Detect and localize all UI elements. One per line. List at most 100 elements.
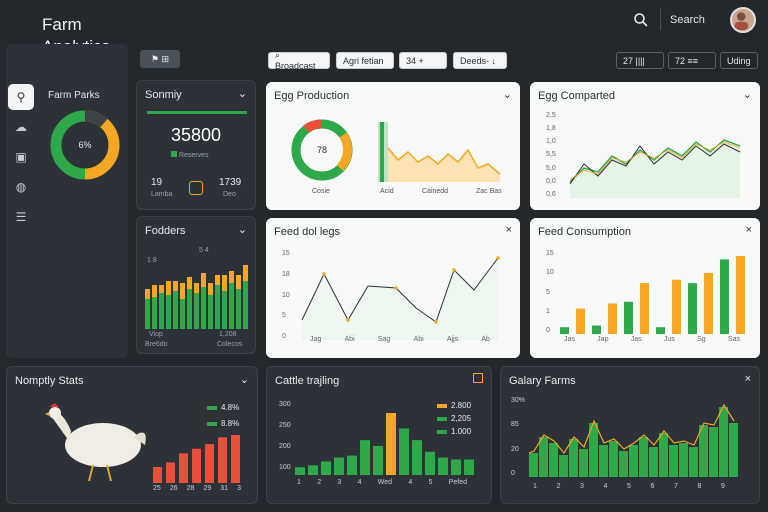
header-divider <box>660 8 661 30</box>
feed-ratios-x-label-5: Ab <box>481 336 490 343</box>
cattle-x-axis: 1 2 3 4 Wed 4 5 Pefed <box>297 479 467 486</box>
eggs-compared-y-tick-2: 1,0 <box>546 138 556 146</box>
feed-ratios-line-chart <box>301 256 500 340</box>
dairy-x-label-2: 3 <box>580 483 584 490</box>
fodder-bar-orange-13 <box>236 275 241 289</box>
chevron-down-icon[interactable]: ⌄ <box>743 88 752 101</box>
fodder-bar-green-0 <box>145 299 150 329</box>
fodder-bar-green-8 <box>201 287 206 329</box>
monthly-legend-1: 4.8% <box>207 403 239 412</box>
summary-card: Sonmiy ⌄ 35800 Reserves 19 Lamba 1739 De… <box>136 80 256 210</box>
feed-ratios-title: Feed dol legs <box>274 226 341 238</box>
summary-badge-icon <box>189 181 203 195</box>
close-icon[interactable]: × <box>506 224 512 236</box>
dairy-bar-0 <box>529 453 538 477</box>
cattle-bar-4 <box>347 455 357 475</box>
egg-production-axis-3: Zac Bas <box>476 188 502 195</box>
chevron-down-icon[interactable]: ⌄ <box>503 88 512 101</box>
globe-nav-icon[interactable]: ◍ <box>8 174 34 200</box>
feed-consumption-bar-6 <box>656 327 665 334</box>
feed-ratios-y-tick-2: 10 <box>282 291 290 299</box>
dairy-bar-17 <box>699 425 708 477</box>
chevron-down-icon[interactable]: ⌄ <box>240 373 249 386</box>
egg-production-area <box>378 122 501 182</box>
feed-consumption-x-axis: Jas Jap Jas Jus Sg Sas <box>564 336 740 343</box>
feed-consumption-bar-7 <box>672 279 681 334</box>
feed-consumption-y-axis: 15 10 5 1 0 <box>546 250 558 334</box>
uding-chip[interactable]: Uding <box>720 52 758 69</box>
cattle-y-tick-3: 100 <box>279 464 291 471</box>
dairy-bar-chart <box>529 403 738 477</box>
range-chip-27[interactable]: 27 |||| <box>616 52 664 69</box>
monthly-stats-title: Nomptly Stats <box>15 375 84 387</box>
cattle-bar-2 <box>321 461 331 475</box>
close-icon[interactable]: × <box>745 373 751 385</box>
monthly-x-label-1: 26 <box>169 485 178 492</box>
monthly-bar-5 <box>218 437 227 483</box>
eggs-compared-y-tick-6: 0,6 <box>546 190 556 198</box>
search-icon[interactable] <box>633 12 649 28</box>
close-icon[interactable]: × <box>746 224 752 236</box>
fodder-bar-green-3 <box>166 295 171 329</box>
dairy-x-axis: 1 2 3 4 5 6 7 8 9 <box>533 483 725 490</box>
fodder-bar-green-11 <box>222 291 227 329</box>
chevron-down-icon[interactable]: ⌄ <box>238 223 247 236</box>
filter-chip-deeds[interactable]: Deeds- ↓ <box>453 52 507 69</box>
filter-chip-count[interactable]: 34 + <box>399 52 447 69</box>
fodder-bar-orange-11 <box>222 275 227 291</box>
dairy-bar-9 <box>619 451 628 477</box>
dairy-y-tick-1: 85 <box>511 421 519 429</box>
feed-consumption-bar-1 <box>576 308 585 334</box>
cattle-bar-7 <box>386 413 396 475</box>
dairy-y-tick-3: 0 <box>511 469 515 477</box>
home-nav-icon[interactable]: ⚲ <box>8 84 34 110</box>
cattle-x-label-3: 4 <box>357 479 362 486</box>
list-nav-icon[interactable]: ☰ <box>8 204 34 230</box>
cattle-x-label-0: 1 <box>297 479 301 486</box>
cattle-x-label-1: 2 <box>317 479 322 486</box>
monthly-bar-3 <box>192 448 201 483</box>
monthly-x-label-0: 25 <box>153 485 161 492</box>
feed-ratios-y-tick-3: 5 <box>282 312 286 320</box>
bookmark-icon[interactable] <box>473 373 483 383</box>
view-toggle[interactable]: ⚑ ⊞ <box>140 50 180 68</box>
filter-chip-broadcast[interactable]: ⌕ Broadcast <box>268 50 330 71</box>
cattle-x-label-4: Wed <box>377 479 393 486</box>
fodder-bar-green-10 <box>215 285 220 329</box>
cattle-tracking-title: Cattle trajling <box>275 375 340 387</box>
monthly-stats-card: Nomptly Stats ⌄ 4.8% 8.8% 25 26 28 29 31 3 <box>6 366 258 504</box>
fodder-card: Fodders ⌄ 5 4 1 8 Viop 1,208 Bre6do Cole… <box>136 216 256 354</box>
fodder-subtick-1: Bre6do <box>145 341 168 348</box>
monthly-x-axis: 25 26 28 29 31 3 <box>153 485 241 492</box>
feed-consumption-y-tick-3: 1 <box>546 307 550 315</box>
feed-consumption-y-tick-0: 15 <box>546 250 554 257</box>
avatar[interactable] <box>730 7 756 33</box>
search-label[interactable]: Search <box>670 14 705 26</box>
eggs-compared-y-tick-4: 5,0 <box>546 164 556 172</box>
dairy-y-tick-2: 20 <box>511 445 519 453</box>
cattle-y-tick-1: 250 <box>279 422 291 429</box>
chicken-illustration <box>45 403 146 482</box>
dairy-bar-2 <box>549 443 558 477</box>
feed-consumption-bar-3 <box>608 303 617 334</box>
monthly-bar-chart <box>153 435 240 483</box>
cattle-x-label-2: 3 <box>337 479 342 486</box>
fodder-bar-orange-5 <box>180 283 185 299</box>
filter-chip-agri[interactable]: Agri fetian <box>336 52 394 69</box>
feed-consumption-bar-chart <box>560 256 745 334</box>
chevron-down-icon[interactable]: ⌄ <box>238 87 247 100</box>
cloud-nav-icon[interactable]: ☁ <box>8 114 34 140</box>
dairy-bar-19 <box>719 407 728 477</box>
feed-ratios-y-tick-1: 18 <box>282 270 290 278</box>
dairy-bar-7 <box>599 445 608 477</box>
feed-consumption-bar-0 <box>560 327 569 334</box>
dairy-bar-10 <box>629 445 638 477</box>
cattle-bar-6 <box>373 445 383 475</box>
dairy-bar-3 <box>559 455 568 477</box>
document-nav-icon[interactable]: ▣ <box>8 144 34 170</box>
summary-stat1: 19 <box>151 177 163 188</box>
eggs-compared-y-tick-3: 5,5 <box>546 151 556 159</box>
cattle-bar-9 <box>412 440 422 475</box>
summary-stat1-label: Lamba <box>151 191 173 198</box>
range-chip-72[interactable]: 72 ≡≡ <box>668 52 716 69</box>
